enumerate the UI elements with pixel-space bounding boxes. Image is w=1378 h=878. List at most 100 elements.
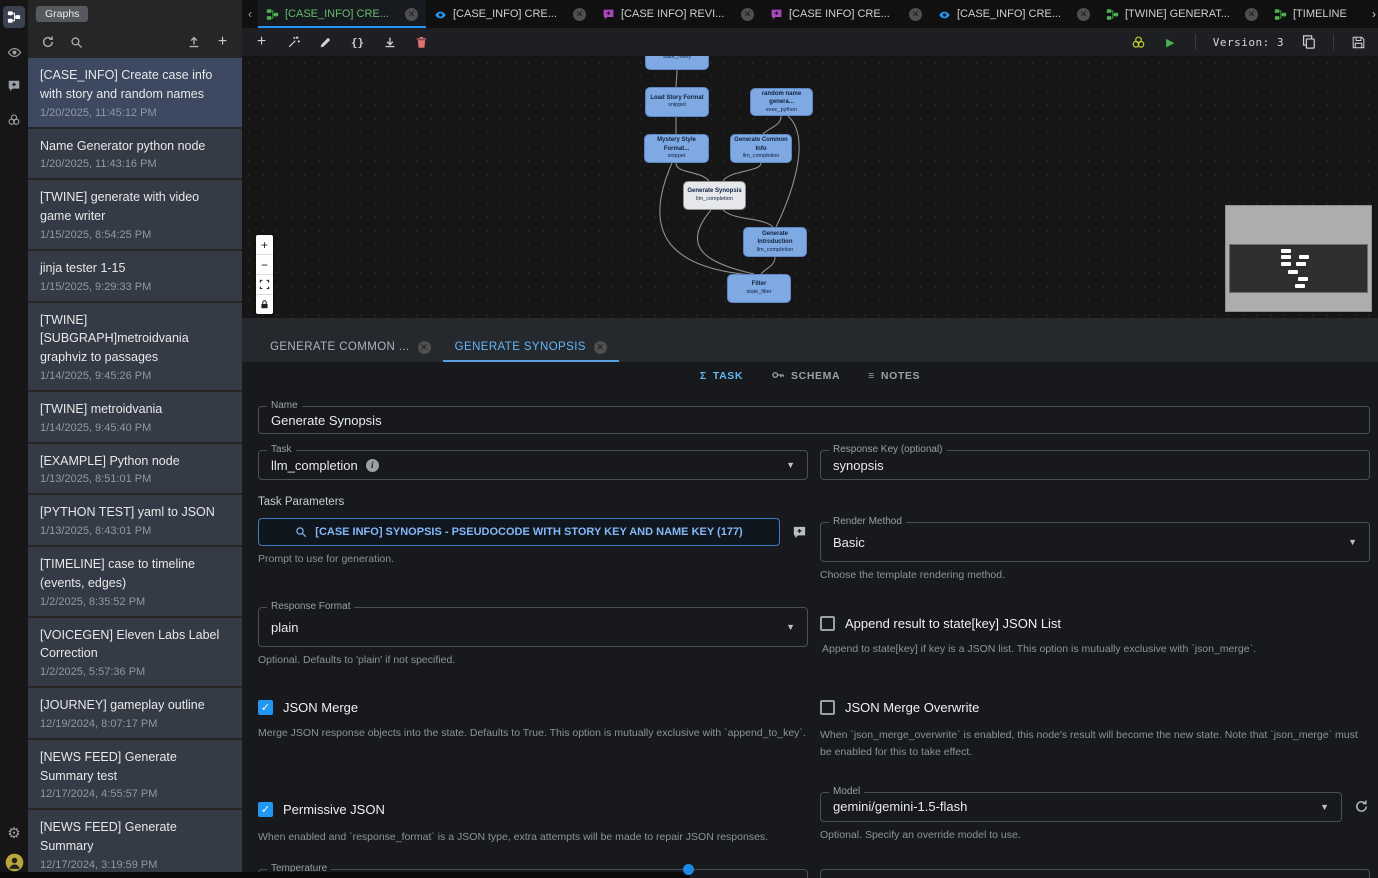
auto-layout-wand-icon[interactable]: [286, 35, 301, 50]
graph-list-item[interactable]: [TWINE] generate with video game writer1…: [28, 180, 242, 249]
run-play-button[interactable]: ▶: [1163, 35, 1178, 50]
graph-tab[interactable]: [TIMELINE: [1266, 0, 1378, 28]
download-icon[interactable]: [382, 35, 397, 50]
hooks-knot-icon[interactable]: [4, 110, 24, 130]
close-icon[interactable]: ✕: [1245, 8, 1258, 21]
graph-canvas[interactable]: state_mkey Load Story Formatsnippet random…: [242, 56, 1378, 318]
lock-button[interactable]: [256, 295, 273, 314]
name-field-value: Generate Synopsis: [271, 413, 382, 428]
chevron-down-icon: ▼: [786, 622, 795, 632]
graph-tab[interactable]: [CASE_INFO] CRE...✕: [258, 0, 426, 28]
tabs-next-chevron[interactable]: ›: [1372, 0, 1376, 28]
viewer-eye-icon[interactable]: [4, 42, 24, 62]
append-to-key-checkbox[interactable]: ✓ Append result to state[key] JSON List: [820, 616, 1370, 631]
prompt-select-button[interactable]: [CASE INFO] SYNOPSIS - PSEUDOCODE WITH S…: [258, 518, 780, 546]
edit-pencil-icon[interactable]: [318, 35, 333, 50]
fit-view-button[interactable]: [256, 275, 273, 295]
graph-item-name: Name Generator python node: [40, 137, 230, 156]
graph-tab[interactable]: [TWINE] GENERAT...✕: [1098, 0, 1266, 28]
subtab-task[interactable]: Σ TASK: [700, 370, 743, 382]
zoom-in-button[interactable]: +: [256, 235, 273, 255]
add-node-button[interactable]: +: [254, 35, 269, 50]
prompt-add-icon[interactable]: [4, 76, 24, 96]
close-icon[interactable]: ✕: [405, 8, 418, 21]
close-icon[interactable]: ✕: [909, 8, 922, 21]
main-area: ‹ [CASE_INFO] CRE...✕[CASE_INFO] CRE...✕…: [242, 0, 1378, 878]
upload-icon[interactable]: [186, 35, 201, 50]
graph-list-item[interactable]: Name Generator python node1/20/2025, 11:…: [28, 129, 242, 179]
graph-tab[interactable]: [CASE INFO] REVI...✕: [594, 0, 762, 28]
tab-generate-common[interactable]: GENERATE COMMON ... ✕: [258, 332, 443, 362]
subtab-schema[interactable]: SCHEMA: [771, 368, 840, 385]
json-braces-icon[interactable]: {}: [350, 35, 365, 50]
permissive-json-checkbox[interactable]: ✓ Permissive JSON: [258, 802, 808, 817]
render-method-select[interactable]: Render Method Basic ▼: [820, 522, 1370, 562]
subtab-label: SCHEMA: [791, 370, 840, 382]
graph-node[interactable]: Generate Synopsisllm_completion: [683, 181, 746, 210]
settings-gear-icon[interactable]: ⚙: [4, 823, 24, 843]
json-merge-checkbox[interactable]: ✓ JSON Merge: [258, 700, 808, 715]
prompt-add-comment-icon[interactable]: [790, 523, 808, 541]
graph-list-item[interactable]: [JOURNEY] gameplay outline12/19/2024, 8:…: [28, 688, 242, 738]
app-window: ⚙ Graphs Graphs + [CASE_INFO] Create cas…: [0, 0, 1378, 878]
json-merge-overwrite-checkbox[interactable]: ✓ JSON Merge Overwrite: [820, 700, 1370, 715]
graph-tab-label: [CASE INFO] CRE...: [789, 8, 903, 20]
delete-trash-icon[interactable]: [414, 35, 429, 50]
graph-item-name: [CASE_INFO] Create case info with story …: [40, 66, 230, 104]
graph-list-item[interactable]: [TWINE][SUBGRAPH]metroidvania graphviz t…: [28, 303, 242, 390]
model-refresh-icon[interactable]: [1352, 798, 1370, 816]
graph-node[interactable]: state_mkey: [645, 56, 709, 70]
close-icon[interactable]: ✕: [418, 341, 431, 354]
tabs-prev-chevron[interactable]: ‹: [242, 0, 258, 28]
graph-list-item[interactable]: [NEWS FEED] Generate Summary12/17/2024, …: [28, 810, 242, 872]
graph-list-item[interactable]: [VOICEGEN] Eleven Labs Label Correction1…: [28, 618, 242, 687]
response-key-field[interactable]: Response Key (optional) synopsis: [820, 450, 1370, 480]
graph-list-item[interactable]: [PYTHON TEST] yaml to JSON1/13/2025, 8:4…: [28, 495, 242, 545]
model-select[interactable]: Model gemini/gemini-1.5-flash ▼: [820, 792, 1342, 822]
graph-list-item[interactable]: jinja tester 1-151/15/2025, 9:29:33 PM: [28, 251, 242, 301]
tab-generate-synopsis[interactable]: GENERATE SYNOPSIS ✕: [443, 332, 619, 362]
refresh-icon[interactable]: [40, 35, 55, 50]
info-icon[interactable]: i: [366, 459, 379, 472]
search-icon[interactable]: [69, 35, 84, 50]
bottom-scrollbar-track[interactable]: [0, 872, 690, 878]
close-icon[interactable]: ✕: [741, 8, 754, 21]
graph-list-item[interactable]: [TIMELINE] case to timeline (events, edg…: [28, 547, 242, 616]
graph-tab[interactable]: [CASE_INFO] CRE...✕: [930, 0, 1098, 28]
zoom-out-button[interactable]: −: [256, 255, 273, 275]
close-icon[interactable]: ✕: [573, 8, 586, 21]
graphs-icon[interactable]: [3, 6, 25, 28]
graph-item-name: [TWINE] generate with video game writer: [40, 188, 230, 226]
account-avatar[interactable]: [5, 853, 24, 872]
graph-node[interactable]: Filterstate_filter: [727, 274, 791, 303]
copy-icon[interactable]: [1301, 35, 1316, 50]
name-field[interactable]: Name Generate Synopsis: [258, 406, 1370, 434]
graph-list-item[interactable]: [EXAMPLE] Python node1/13/2025, 8:51:01 …: [28, 444, 242, 494]
add-graph-button[interactable]: +: [215, 35, 230, 50]
graph-list-item[interactable]: [TWINE] metroidvania1/14/2025, 9:45:40 P…: [28, 392, 242, 442]
subtab-notes[interactable]: ≡ NOTES: [868, 370, 920, 382]
graph-tab[interactable]: [CASE INFO] CRE... ✕: [762, 0, 930, 28]
graph-list-item[interactable]: [NEWS FEED] Generate Summary test12/17/2…: [28, 740, 242, 809]
scrollbar-thumb[interactable]: [683, 864, 694, 875]
checkbox-icon: ✓: [820, 700, 835, 715]
graph-node[interactable]: Generate Common Infollm_completion: [730, 134, 792, 163]
task-select[interactable]: Task llm_completion i ▼: [258, 450, 808, 480]
hooks-knot-icon-toolbar[interactable]: [1131, 35, 1146, 50]
response-format-select[interactable]: Response Format plain ▼: [258, 607, 808, 647]
comment-icon: [602, 8, 615, 21]
graph-node[interactable]: Generate Introductionllm_completion: [743, 227, 807, 257]
graph-tab[interactable]: [CASE_INFO] CRE...✕: [426, 0, 594, 28]
graph-node[interactable]: random name genera...exec_python: [750, 88, 813, 116]
icon-rail: ⚙: [0, 0, 28, 878]
close-icon[interactable]: ✕: [1077, 8, 1090, 21]
response-key-label: Response Key (optional): [829, 444, 947, 455]
graph-node[interactable]: Mystery Style Format...snippet: [644, 134, 709, 163]
graph-list-item[interactable]: [CASE_INFO] Create case info with story …: [28, 58, 242, 127]
graph-node[interactable]: Load Story Formatsnippet: [645, 87, 709, 117]
save-icon[interactable]: [1351, 35, 1366, 50]
subtab-label: NOTES: [881, 370, 920, 382]
minimap[interactable]: [1225, 205, 1372, 312]
seed-field[interactable]: Seed: [820, 869, 1370, 878]
close-icon[interactable]: ✕: [594, 341, 607, 354]
